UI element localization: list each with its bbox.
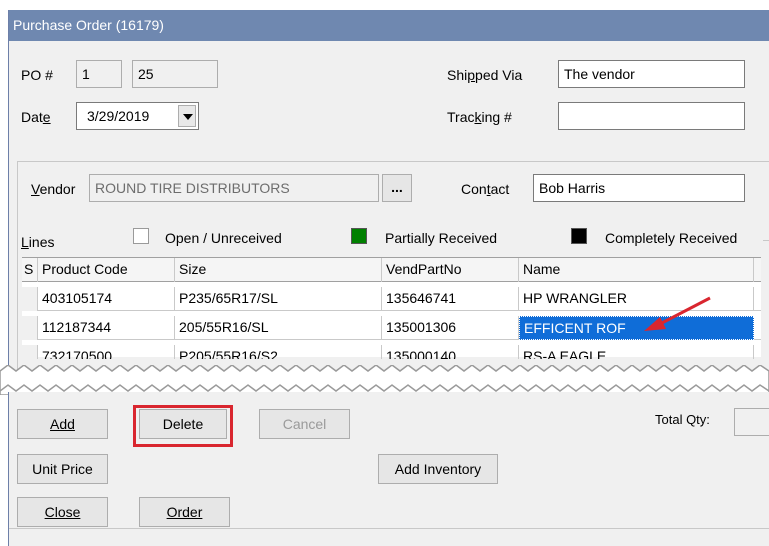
column-header-status[interactable]: S bbox=[22, 258, 38, 282]
contact-input[interactable]: Bob Harris bbox=[533, 174, 745, 202]
column-header-vendpartno[interactable]: VendPartNo bbox=[382, 258, 519, 282]
complete-status-swatch bbox=[571, 228, 587, 244]
tracking-label: Tracking # bbox=[447, 109, 512, 125]
chevron-down-icon[interactable] bbox=[178, 105, 196, 127]
torn-edge-divider bbox=[0, 365, 769, 395]
date-label: Date bbox=[21, 109, 51, 125]
product-code-cell[interactable]: 732170500 bbox=[38, 345, 175, 359]
partial-status-swatch bbox=[351, 228, 367, 244]
divider bbox=[763, 240, 769, 241]
annotation-arrow-icon bbox=[644, 296, 711, 331]
vendor-label: Vendor bbox=[31, 181, 76, 197]
vendpartno-cell[interactable]: 135000140 bbox=[382, 345, 519, 359]
contact-label: Contact bbox=[461, 181, 510, 197]
date-value: 3/29/2019 bbox=[87, 108, 150, 124]
close-button-label: Close bbox=[44, 504, 81, 520]
product-code-cell[interactable]: 112187344 bbox=[38, 316, 175, 340]
name-cell[interactable]: RS-A EAGLE bbox=[519, 345, 754, 359]
column-header-name[interactable]: Name bbox=[519, 258, 754, 282]
cancel-button[interactable]: Cancel bbox=[259, 409, 350, 439]
order-button-label: Order bbox=[166, 504, 203, 520]
row-status-cell bbox=[22, 287, 38, 311]
po-label: PO # bbox=[21, 67, 53, 83]
table-row[interactable]: 732170500 P205/55R16/S2 135000140 RS-A E… bbox=[22, 345, 761, 359]
shipped-via-label: Shipped Via bbox=[447, 67, 523, 83]
partial-status-label: Partially Received bbox=[385, 230, 498, 246]
divider bbox=[9, 528, 769, 529]
vendpartno-cell[interactable]: 135646741 bbox=[382, 287, 519, 311]
product-code-cell[interactable]: 403105174 bbox=[38, 287, 175, 311]
add-inventory-button[interactable]: Add Inventory bbox=[378, 454, 498, 484]
date-select[interactable]: 3/29/2019 bbox=[76, 102, 199, 130]
cancel-button-label: Cancel bbox=[282, 416, 327, 432]
open-status-swatch bbox=[133, 228, 149, 244]
column-header-product-code[interactable]: Product Code bbox=[38, 258, 175, 282]
complete-status-label: Completely Received bbox=[605, 230, 738, 246]
total-qty-field bbox=[734, 408, 769, 436]
total-qty-label: Total Qty: bbox=[655, 412, 710, 427]
size-cell[interactable]: P235/65R17/SL bbox=[175, 287, 382, 311]
shipped-via-input[interactable]: The vendor bbox=[558, 60, 745, 88]
delete-highlight-annotation bbox=[133, 405, 233, 447]
size-cell[interactable]: P205/55R16/S2 bbox=[175, 345, 382, 359]
po-sequence-field: 25 bbox=[132, 60, 218, 88]
tracking-input[interactable] bbox=[558, 102, 745, 130]
window-title: Purchase Order (16179) bbox=[9, 10, 769, 41]
unit-price-button[interactable]: Unit Price bbox=[17, 454, 108, 484]
vendor-field: ROUND TIRE DISTRIBUTORS bbox=[89, 174, 379, 202]
column-header-size[interactable]: Size bbox=[175, 258, 382, 282]
vendor-browse-button[interactable]: ... bbox=[382, 174, 412, 202]
add-button-label: Add bbox=[50, 416, 75, 432]
order-button[interactable]: Order bbox=[139, 497, 230, 527]
add-button[interactable]: Add bbox=[17, 409, 108, 439]
row-status-cell bbox=[22, 316, 38, 340]
size-cell[interactable]: 205/55R16/SL bbox=[175, 316, 382, 340]
po-number-field: 1 bbox=[76, 60, 122, 88]
open-status-label: Open / Unreceived bbox=[165, 230, 282, 246]
lines-label: Lines bbox=[21, 234, 55, 250]
row-status-cell bbox=[22, 345, 38, 359]
close-button[interactable]: Close bbox=[17, 497, 108, 527]
vendpartno-cell[interactable]: 135001306 bbox=[382, 316, 519, 340]
grid-header: S Product Code Size VendPartNo Name bbox=[22, 258, 761, 282]
